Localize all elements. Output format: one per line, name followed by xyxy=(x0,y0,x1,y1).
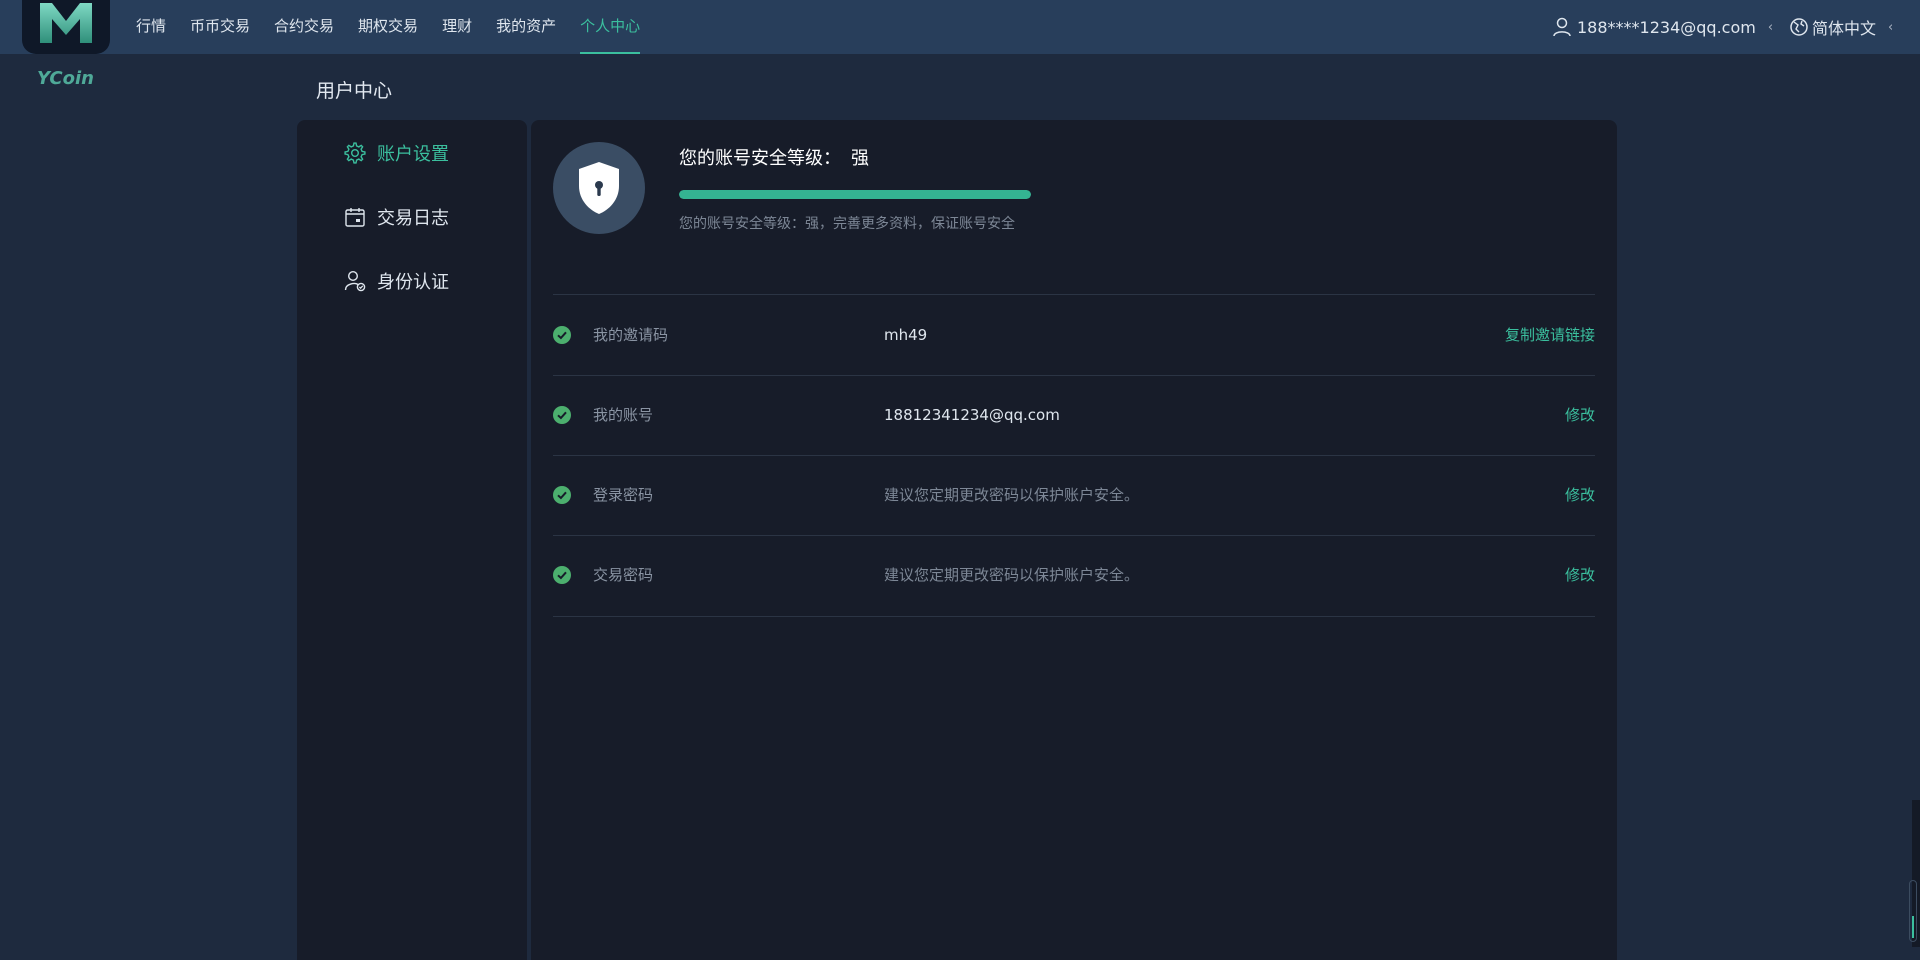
edit-account-button[interactable]: 修改 xyxy=(1565,375,1595,455)
chevron-left-icon: ‹ xyxy=(1888,19,1894,35)
account-settings-panel: 您的账号安全等级： 强 您的账号安全等级：强，完善更多资料，保证账号安全 我的邀请… xyxy=(531,120,1617,960)
sidebar-item-identity-verification[interactable]: 身份认证 xyxy=(343,266,449,296)
sidebar-item-label: 身份认证 xyxy=(377,272,449,293)
check-circle-icon xyxy=(553,566,571,584)
sidebar-item-account-settings[interactable]: 账户设置 xyxy=(343,138,449,168)
nav-item-my-assets[interactable]: 我的资产 xyxy=(496,0,556,54)
row-label: 交易密码 xyxy=(593,566,654,584)
user-icon xyxy=(1553,17,1571,37)
language-selector[interactable]: 简体中文 ‹ xyxy=(1790,0,1893,54)
user-menu[interactable]: 188****1234@qq.com ‹ xyxy=(1553,0,1773,54)
chevron-left-icon: ‹ xyxy=(1767,19,1774,35)
invite-code-value: mh49 xyxy=(884,326,928,344)
security-level-title: 您的账号安全等级： 强 xyxy=(679,144,869,170)
edit-login-password-button[interactable]: 修改 xyxy=(1565,455,1595,535)
nav-item-futures-trading[interactable]: 合约交易 xyxy=(274,0,334,54)
account-row: 我的账号 18812341234@qq.com 修改 xyxy=(553,375,1595,455)
security-description: 您的账号安全等级：强，完善更多资料，保证账号安全 xyxy=(679,216,1015,232)
calendar-icon xyxy=(345,208,365,227)
language-label: 简体中文 xyxy=(1812,19,1877,38)
divider xyxy=(553,616,1595,617)
login-password-row: 登录密码 建议您定期更改密码以保护账户安全。 修改 xyxy=(553,455,1595,535)
security-badge xyxy=(553,142,645,234)
sidebar-item-trade-log[interactable]: 交易日志 xyxy=(343,202,449,232)
check-circle-icon xyxy=(553,486,571,504)
nav-item-finance[interactable]: 理财 xyxy=(442,0,472,54)
nav-item-spot-trading[interactable]: 币币交易 xyxy=(190,0,250,54)
nav-item-personal-center[interactable]: 个人中心 xyxy=(580,0,641,54)
security-level-label: 您的账号安全等级： xyxy=(679,148,841,169)
globe-icon xyxy=(1790,18,1808,36)
edit-trade-password-button[interactable]: 修改 xyxy=(1565,535,1595,615)
shield-lock-icon xyxy=(579,162,619,214)
invite-code-row: 我的邀请码 mh49 复制邀请链接 xyxy=(553,295,1595,375)
sidebar-item-label: 账户设置 xyxy=(377,144,449,165)
row-label: 我的邀请码 xyxy=(593,326,669,344)
security-progress-bar xyxy=(679,190,1031,199)
trade-password-hint: 建议您定期更改密码以保护账户安全。 xyxy=(884,566,1140,584)
row-label: 我的账号 xyxy=(593,406,654,424)
security-progress-fill xyxy=(679,190,1031,199)
trade-password-row: 交易密码 建议您定期更改密码以保护账户安全。 修改 xyxy=(553,535,1595,615)
logo-icon xyxy=(40,3,92,43)
user-account-label: 188****1234@qq.com xyxy=(1577,17,1756,37)
scrollbar-thumb[interactable] xyxy=(1909,880,1917,942)
row-label: 登录密码 xyxy=(593,486,654,504)
logo[interactable] xyxy=(22,0,110,54)
security-level-value: 强 xyxy=(851,148,869,169)
page-title: 用户中心 xyxy=(316,80,393,102)
sidebar: 账户设置 交易日志 身份认证 xyxy=(297,120,527,960)
account-value: 18812341234@qq.com xyxy=(884,406,1060,424)
top-navbar: 行情 币币交易 合约交易 期权交易 理财 我的资产 个人中心 188****12… xyxy=(0,0,1920,54)
sidebar-item-label: 交易日志 xyxy=(377,208,449,229)
check-circle-icon xyxy=(553,406,571,424)
user-verify-icon xyxy=(344,270,366,292)
nav-item-market[interactable]: 行情 xyxy=(136,0,166,54)
gear-icon xyxy=(344,142,366,164)
brand-name: YCoin xyxy=(37,68,94,89)
nav-item-options-trading[interactable]: 期权交易 xyxy=(358,0,418,54)
login-password-hint: 建议您定期更改密码以保护账户安全。 xyxy=(884,486,1140,504)
check-circle-icon xyxy=(553,326,571,344)
main-nav: 行情 币币交易 合约交易 期权交易 理财 我的资产 个人中心 xyxy=(124,0,652,54)
copy-invite-link-button[interactable]: 复制邀请链接 xyxy=(1505,295,1595,375)
